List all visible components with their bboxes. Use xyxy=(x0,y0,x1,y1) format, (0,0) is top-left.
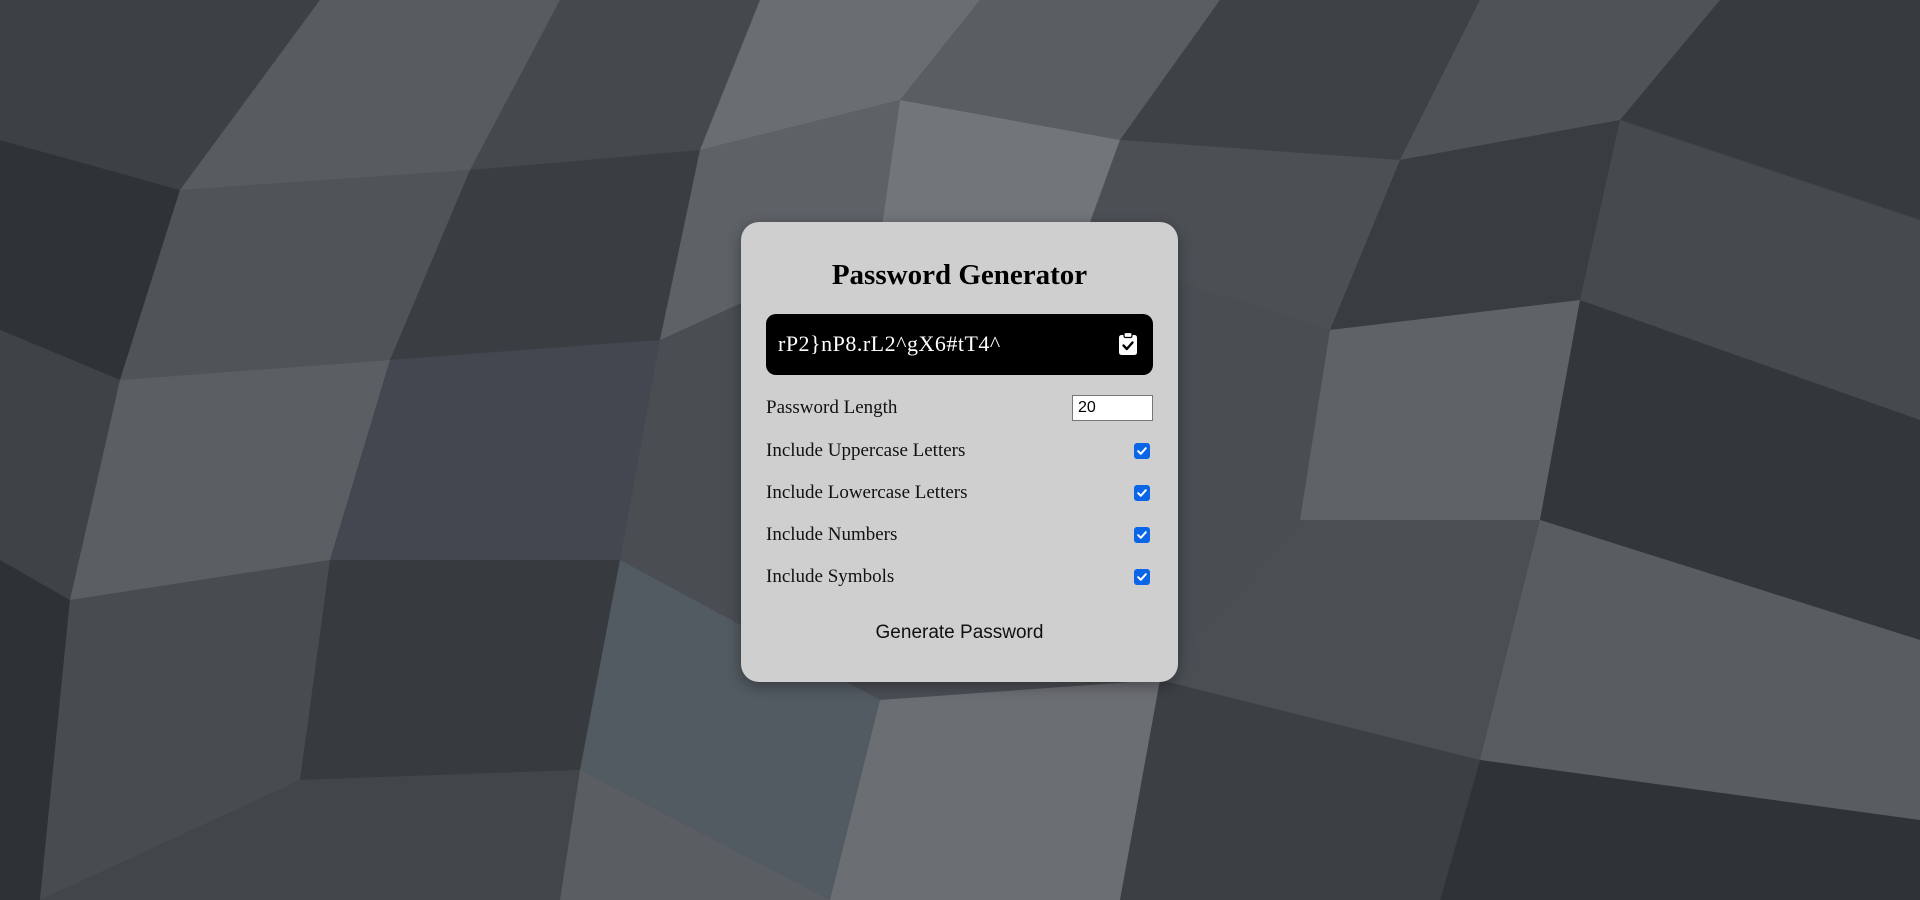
password-result-box: rP2}nP8.rL2^gX6#tT4^ xyxy=(766,313,1153,375)
option-numbers-checkbox[interactable] xyxy=(1134,526,1150,543)
checkmark-icon xyxy=(1137,447,1147,455)
option-uppercase-row: Include Uppercase Letters xyxy=(766,439,1153,463)
page-title: Password Generator xyxy=(831,259,1088,291)
clipboard-check-icon[interactable] xyxy=(1113,327,1143,361)
checkmark-icon xyxy=(1137,489,1147,497)
password-length-row: Password Length xyxy=(766,394,1153,421)
option-lowercase-label: Include Lowercase Letters xyxy=(766,481,968,503)
password-length-label: Password Length xyxy=(766,396,898,418)
option-numbers-row: Include Numbers xyxy=(766,523,1153,547)
option-symbols-label: Include Symbols xyxy=(766,565,895,587)
checkmark-icon xyxy=(1137,531,1147,539)
option-lowercase-checkbox[interactable] xyxy=(1134,484,1150,501)
option-symbols-checkbox[interactable] xyxy=(1134,568,1150,585)
option-uppercase-label: Include Uppercase Letters xyxy=(766,439,966,461)
option-uppercase-checkbox[interactable] xyxy=(1134,442,1150,459)
password-generator-card: Password Generator rP2}nP8.rL2^gX6#tT4^ … xyxy=(741,222,1178,682)
generated-password: rP2}nP8.rL2^gX6#tT4^ xyxy=(778,331,1001,357)
password-length-input[interactable] xyxy=(1072,394,1153,421)
generate-password-button[interactable]: Generate Password xyxy=(866,618,1054,648)
option-numbers-label: Include Numbers xyxy=(766,523,898,545)
option-lowercase-row: Include Lowercase Letters xyxy=(766,481,1153,505)
checkmark-icon xyxy=(1137,573,1147,581)
option-symbols-row: Include Symbols xyxy=(766,565,1153,589)
